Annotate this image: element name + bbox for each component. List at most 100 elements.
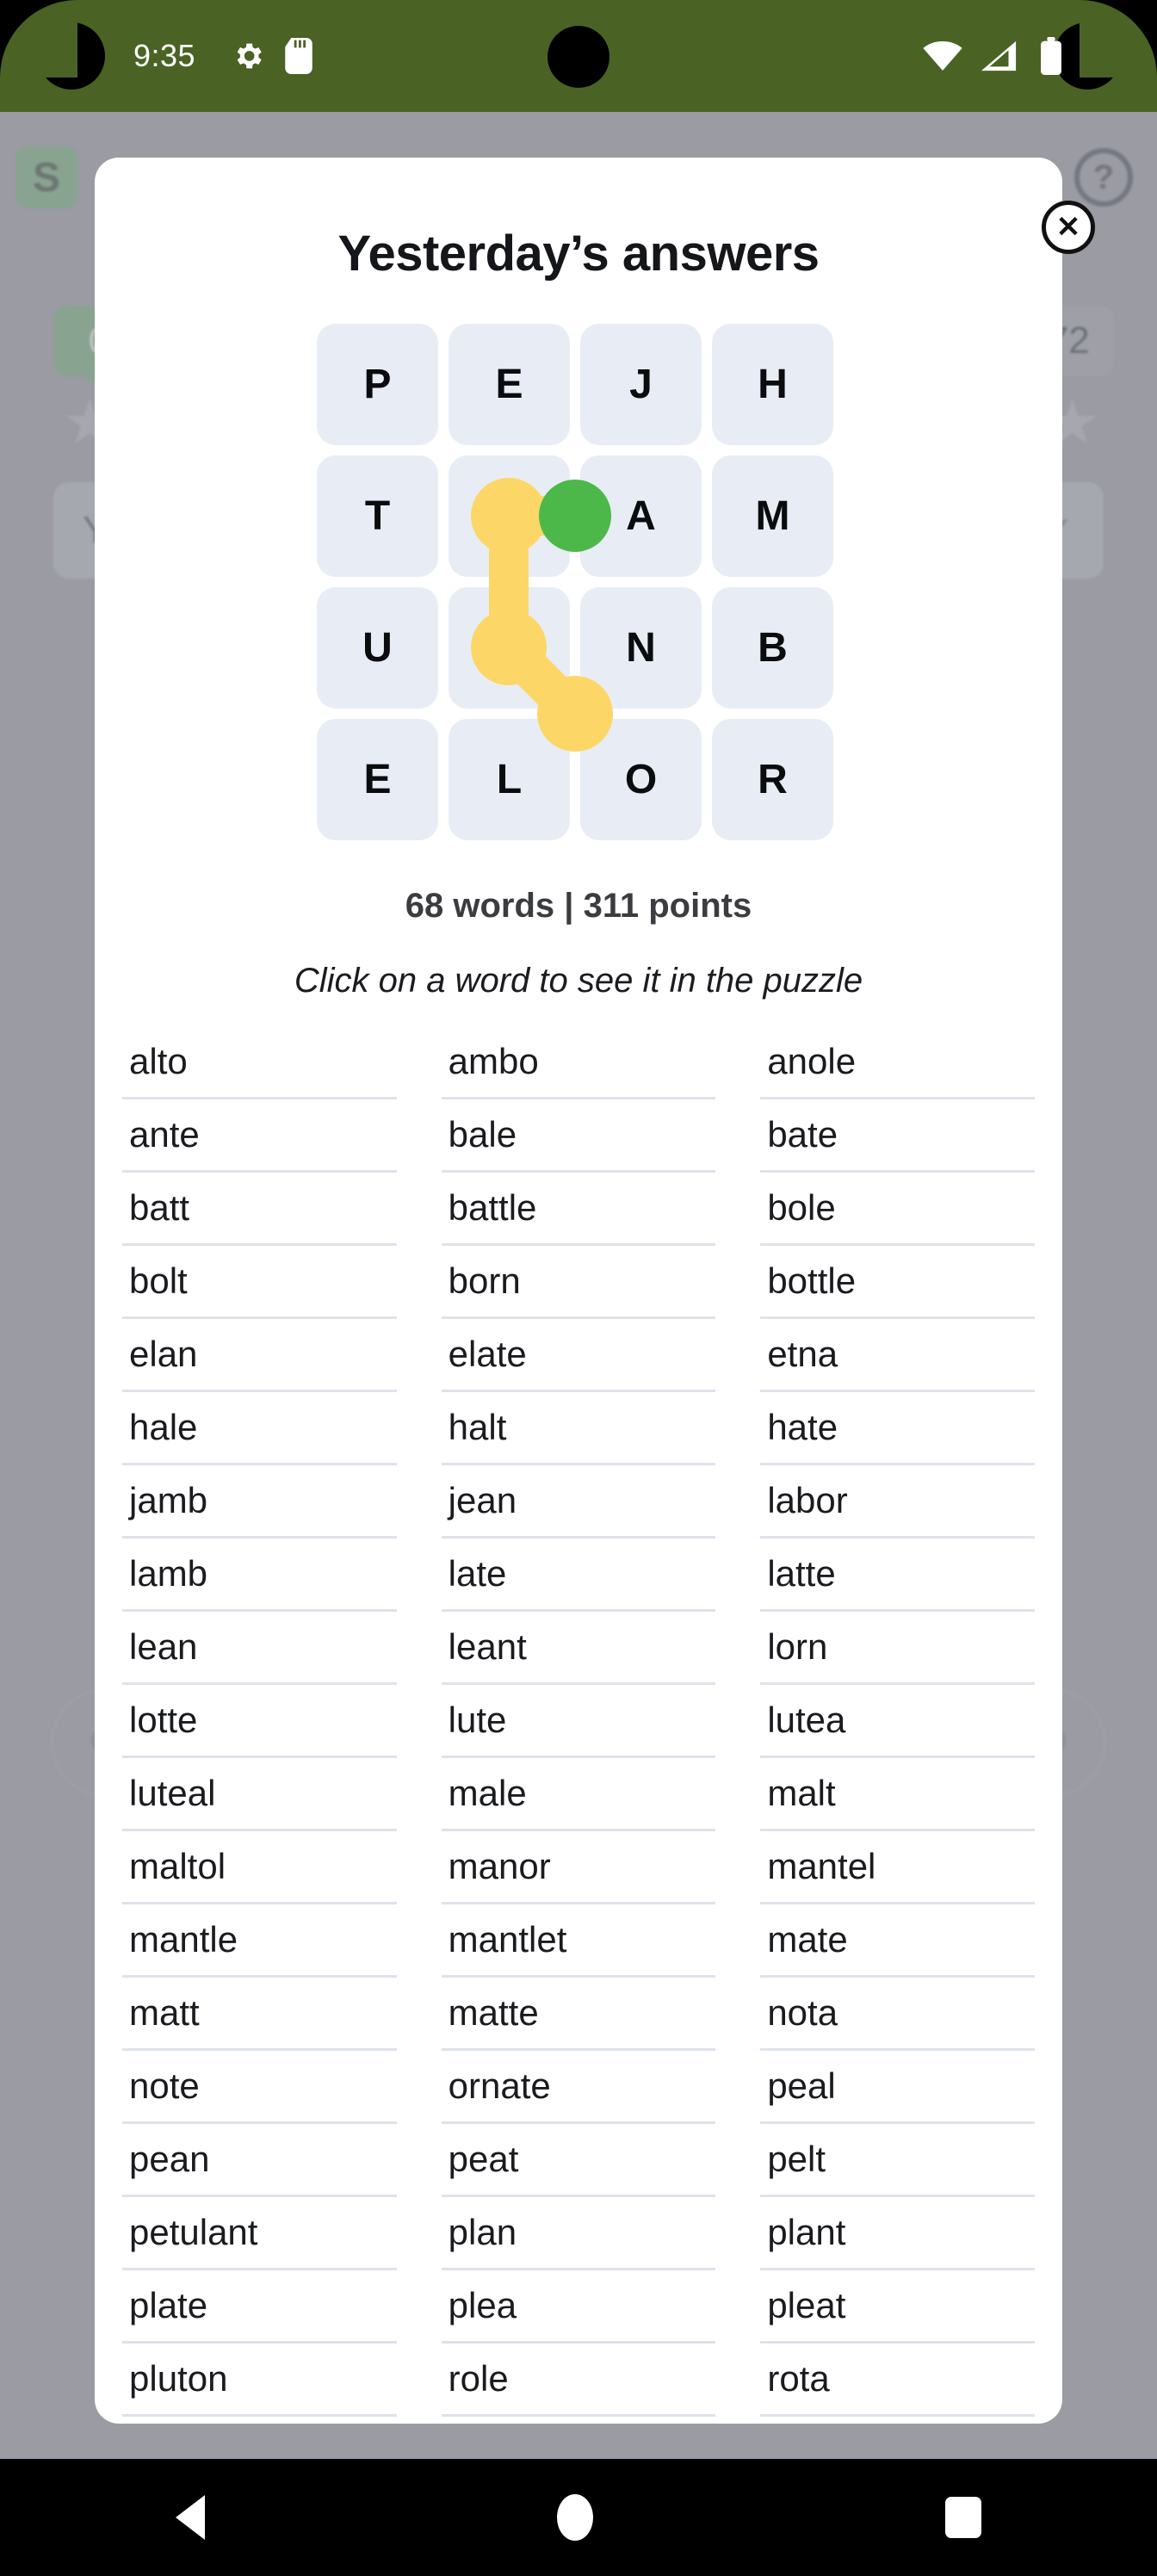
app-logo: S xyxy=(15,146,77,208)
word-item[interactable]: etna xyxy=(760,1319,1035,1392)
word-item[interactable]: anole xyxy=(760,1026,1035,1099)
word-item[interactable]: ante xyxy=(122,1099,397,1173)
grid-cell[interactable]: R xyxy=(707,714,838,845)
status-bar: 9:35 xyxy=(0,0,1157,112)
grid-letter: J xyxy=(629,362,653,407)
grid-cell[interactable]: H xyxy=(707,319,838,450)
sdcard-icon xyxy=(285,38,312,74)
word-item[interactable]: mantel xyxy=(760,1831,1035,1904)
grid-letter: A xyxy=(626,493,656,539)
word-item[interactable]: maltol xyxy=(122,1831,397,1904)
grid-cell[interactable]: T xyxy=(443,582,575,714)
word-item[interactable]: mate xyxy=(760,1904,1035,1978)
word-item[interactable]: bottle xyxy=(760,1246,1035,1319)
signal-icon xyxy=(981,40,1017,71)
phone-screen: S ? 0 272 ★ ★ Yo ✓ ↺ ↻ Yesterday’s answe… xyxy=(0,0,1157,2576)
word-item[interactable]: matt xyxy=(122,1978,397,2051)
word-item[interactable]: jean xyxy=(441,1465,716,1539)
grid-cell[interactable]: E xyxy=(443,319,575,450)
grid-cell[interactable]: N xyxy=(575,582,707,714)
word-item[interactable]: peat xyxy=(441,2124,716,2197)
word-item[interactable]: halt xyxy=(441,1392,716,1465)
word-item[interactable]: plant xyxy=(760,2197,1035,2270)
word-item[interactable]: bole xyxy=(760,1173,1035,1246)
word-item[interactable]: bale xyxy=(441,1099,716,1173)
word-item[interactable]: petulant xyxy=(122,2197,397,2270)
word-item[interactable]: plate xyxy=(122,2270,397,2344)
grid-cell[interactable]: E xyxy=(312,714,443,845)
grid-cell[interactable]: P xyxy=(312,319,443,450)
grid-cell[interactable]: T xyxy=(312,450,443,582)
word-item[interactable]: batt xyxy=(122,1173,397,1246)
word-item[interactable]: late xyxy=(441,1539,716,1612)
word-item[interactable]: bolt xyxy=(122,1246,397,1319)
grid-cell[interactable]: J xyxy=(575,319,707,450)
word-item[interactable]: note xyxy=(122,2051,397,2124)
word-item[interactable]: manor xyxy=(441,1831,716,1904)
wifi-icon xyxy=(923,41,962,71)
grid-letter: T xyxy=(364,493,391,539)
grid-cell[interactable]: L xyxy=(443,714,575,845)
word-item[interactable]: pelt xyxy=(760,2124,1035,2197)
word-item[interactable]: elate xyxy=(441,1319,716,1392)
word-item[interactable]: pean xyxy=(122,2124,397,2197)
word-item[interactable]: labor xyxy=(760,1465,1035,1539)
word-item[interactable]: rota xyxy=(760,2344,1035,2417)
yesterdays-answers-dialog: Yesterday’s answers P E J H T L A M U T N B E L O R 68 … xyxy=(95,158,1062,2424)
word-item[interactable]: rote xyxy=(122,2417,397,2424)
word-item[interactable]: ornate xyxy=(441,2051,716,2124)
letter-grid-wrapper: P E J H T L A M U T N B E L O R xyxy=(312,319,845,845)
word-item[interactable]: peal xyxy=(760,2051,1035,2124)
word-item[interactable]: alto xyxy=(122,1026,397,1099)
help-icon[interactable]: ? xyxy=(1074,148,1133,207)
word-item[interactable]: pluton xyxy=(122,2344,397,2417)
word-item[interactable]: nota xyxy=(760,1978,1035,2051)
word-item[interactable]: jamb xyxy=(122,1465,397,1539)
word-item[interactable]: malt xyxy=(760,1758,1035,1831)
word-item[interactable]: hate xyxy=(760,1392,1035,1465)
word-item[interactable]: lorn xyxy=(760,1612,1035,1685)
word-item[interactable]: matte xyxy=(441,1978,716,2051)
word-item[interactable]: luteal xyxy=(122,1758,397,1831)
grid-cell[interactable]: B xyxy=(707,582,838,714)
word-item[interactable]: elan xyxy=(122,1319,397,1392)
corner-mask-left xyxy=(0,0,77,77)
word-item[interactable]: bate xyxy=(760,1099,1035,1173)
corner-mask-right xyxy=(1080,0,1157,77)
grid-cell[interactable]: M xyxy=(707,450,838,582)
word-item[interactable]: lute xyxy=(441,1685,716,1758)
home-button[interactable] xyxy=(556,2494,593,2541)
word-item[interactable]: role xyxy=(441,2344,716,2417)
close-button[interactable]: ✕ xyxy=(1042,201,1095,254)
grid-letter: H xyxy=(758,362,788,407)
grid-letter: E xyxy=(363,757,392,802)
word-item[interactable]: mantle xyxy=(122,1904,397,1978)
word-item[interactable]: battle xyxy=(441,1173,716,1246)
word-item[interactable]: plan xyxy=(441,2197,716,2270)
grid-letter: P xyxy=(363,362,392,407)
word-item[interactable]: lotte xyxy=(122,1685,397,1758)
word-item[interactable]: tale xyxy=(760,2417,1035,2424)
grid-cell[interactable]: L xyxy=(443,450,575,582)
word-item[interactable]: plea xyxy=(441,2270,716,2344)
grid-cell[interactable]: O xyxy=(575,714,707,845)
grid-letter: R xyxy=(758,757,788,802)
word-item[interactable]: latte xyxy=(760,1539,1035,1612)
back-button[interactable] xyxy=(176,2495,206,2540)
word-item[interactable]: lamb xyxy=(122,1539,397,1612)
word-item[interactable]: mantlet xyxy=(441,1904,716,1978)
word-item[interactable]: male xyxy=(441,1758,716,1831)
word-item[interactable]: ambo xyxy=(441,1026,716,1099)
recent-apps-button[interactable] xyxy=(944,2497,981,2538)
word-item[interactable]: hale xyxy=(122,1392,397,1465)
word-item[interactable]: leant xyxy=(441,1612,716,1685)
letter-grid: P E J H T L A M U T N B E L O R xyxy=(312,319,845,845)
word-item[interactable]: lutea xyxy=(760,1685,1035,1758)
grid-letter: T xyxy=(496,625,523,671)
word-item[interactable]: born xyxy=(441,1246,716,1319)
word-item[interactable]: pleat xyxy=(760,2270,1035,2344)
word-item[interactable]: tabor xyxy=(442,2417,716,2424)
grid-cell[interactable]: A xyxy=(575,450,707,582)
grid-cell[interactable]: U xyxy=(312,582,443,714)
word-item[interactable]: lean xyxy=(122,1612,397,1685)
